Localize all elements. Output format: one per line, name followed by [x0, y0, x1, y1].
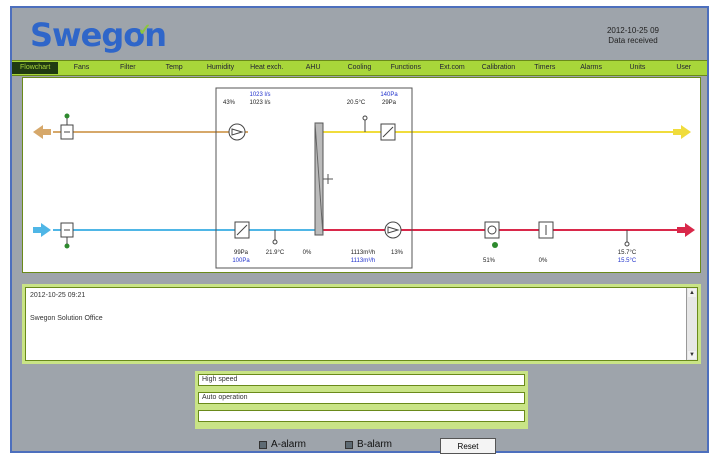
- menu-item-user[interactable]: User: [661, 62, 707, 74]
- header: Swegon ✓ 2012-10-25 09 Data received: [12, 8, 707, 60]
- flowchart-svg: 1023 l/s 1023 l/s 43% 20.5°C 140Pa 29Pa …: [33, 87, 695, 269]
- extract-temp: 20.5°C: [347, 100, 366, 106]
- supply-pressure: 99Pa: [234, 250, 249, 256]
- menu-item-ahu[interactable]: AHU: [290, 62, 336, 74]
- menu-item-functions[interactable]: Functions: [383, 62, 429, 74]
- exhaust-arrow-icon: [673, 125, 691, 139]
- logo-tick-icon: ✓: [138, 22, 152, 39]
- status-field-extra: [198, 410, 525, 422]
- b-alarm-icon: [345, 440, 353, 449]
- supply-flow-setpoint: 1113m³/h: [351, 258, 375, 264]
- b-alarm-indicator: B-alarm: [345, 439, 392, 450]
- extract-arrow-icon: [33, 125, 51, 139]
- a-alarm-indicator: A-alarm: [259, 439, 306, 450]
- message-time: 2012-10-25 09:21: [30, 292, 86, 299]
- status-field-mode: Auto operation: [198, 392, 525, 404]
- header-status: 2012-10-25 09 Data received: [607, 26, 659, 46]
- heating-coil-icon: [484, 221, 500, 239]
- menu-item-alarms[interactable]: Alarms: [568, 62, 614, 74]
- status-panel: High speed Auto operation: [195, 371, 528, 429]
- supply-temp: 15.7°C: [618, 250, 637, 256]
- scroll-down-icon[interactable]: ▼: [688, 351, 696, 359]
- scroll-up-icon[interactable]: ▲: [688, 289, 696, 297]
- message-scrollbar[interactable]: ▲ ▼: [686, 288, 697, 360]
- menu-item-heat-exch-[interactable]: Heat exch.: [244, 62, 290, 74]
- connection-status: Data received: [608, 36, 658, 45]
- heating-pump-led: [492, 242, 498, 248]
- menu-item-humidity[interactable]: Humidity: [197, 62, 243, 74]
- extract-flow-setpoint: 1023 l/s: [249, 92, 270, 98]
- b-alarm-label: B-alarm: [357, 439, 393, 450]
- heating-valve: 51%: [483, 258, 496, 264]
- outdoor-temp: 21.9°C: [266, 250, 285, 256]
- cooling-valve: 0%: [539, 258, 548, 264]
- extract-temp-sensor-icon: [362, 115, 368, 121]
- message-text: Swegon Solution Office: [30, 315, 103, 322]
- menu-item-filter[interactable]: Filter: [105, 62, 151, 74]
- main-menu: Flowchart Fans Filter Temp Humidity Heat exch…: [12, 60, 707, 76]
- extract-fan-speed: 43%: [223, 100, 236, 106]
- recovery-percent: 0%: [303, 250, 312, 256]
- message-panel: 2012-10-25 09:21 Swegon Solution Office …: [22, 284, 701, 364]
- ahu-box: [215, 87, 413, 269]
- supply-arrow-icon: [677, 223, 695, 237]
- outdoor-temp-sensor-icon: [272, 239, 278, 245]
- outdoor-damper-led: [64, 243, 70, 249]
- menu-item-ext-com[interactable]: Ext.com: [429, 62, 475, 74]
- menu-item-flowchart[interactable]: Flowchart: [12, 62, 59, 74]
- extract-flow: 1023 l/s: [249, 100, 270, 106]
- reset-button[interactable]: Reset: [440, 438, 496, 454]
- a-alarm-icon: [259, 440, 267, 449]
- datetime: 2012-10-25 09: [606, 26, 659, 35]
- supply-temp-sensor-icon: [624, 241, 630, 247]
- menu-item-cooling[interactable]: Cooling: [336, 62, 382, 74]
- menu-item-calibration[interactable]: Calibration: [475, 62, 521, 74]
- status-field-speed: High speed: [198, 374, 525, 386]
- message-log[interactable]: 2012-10-25 09:21 Swegon Solution Office …: [25, 287, 698, 361]
- menu-item-fans[interactable]: Fans: [58, 62, 104, 74]
- app-window: Swegon ✓ 2012-10-25 09 Data received Flo…: [10, 6, 709, 454]
- outdoor-arrow-icon: [33, 223, 51, 237]
- menu-item-timers[interactable]: Timers: [522, 62, 568, 74]
- menu-item-units[interactable]: Units: [614, 62, 660, 74]
- extract-pressure-setpoint: 140Pa: [380, 92, 398, 98]
- supply-flow: 1113m³/h: [351, 250, 375, 256]
- extract-damper-led: [64, 113, 70, 119]
- supply-pressure-setpoint: 100Pa: [232, 258, 250, 264]
- a-alarm-label: A-alarm: [271, 439, 307, 450]
- supply-fan-speed: 13%: [391, 250, 404, 256]
- menu-item-temp[interactable]: Temp: [151, 62, 197, 74]
- flowchart: 1023 l/s 1023 l/s 43% 20.5°C 140Pa 29Pa …: [22, 77, 701, 273]
- supply-temp-setpoint: 15.5°C: [618, 258, 637, 264]
- extract-pressure: 29Pa: [382, 100, 397, 106]
